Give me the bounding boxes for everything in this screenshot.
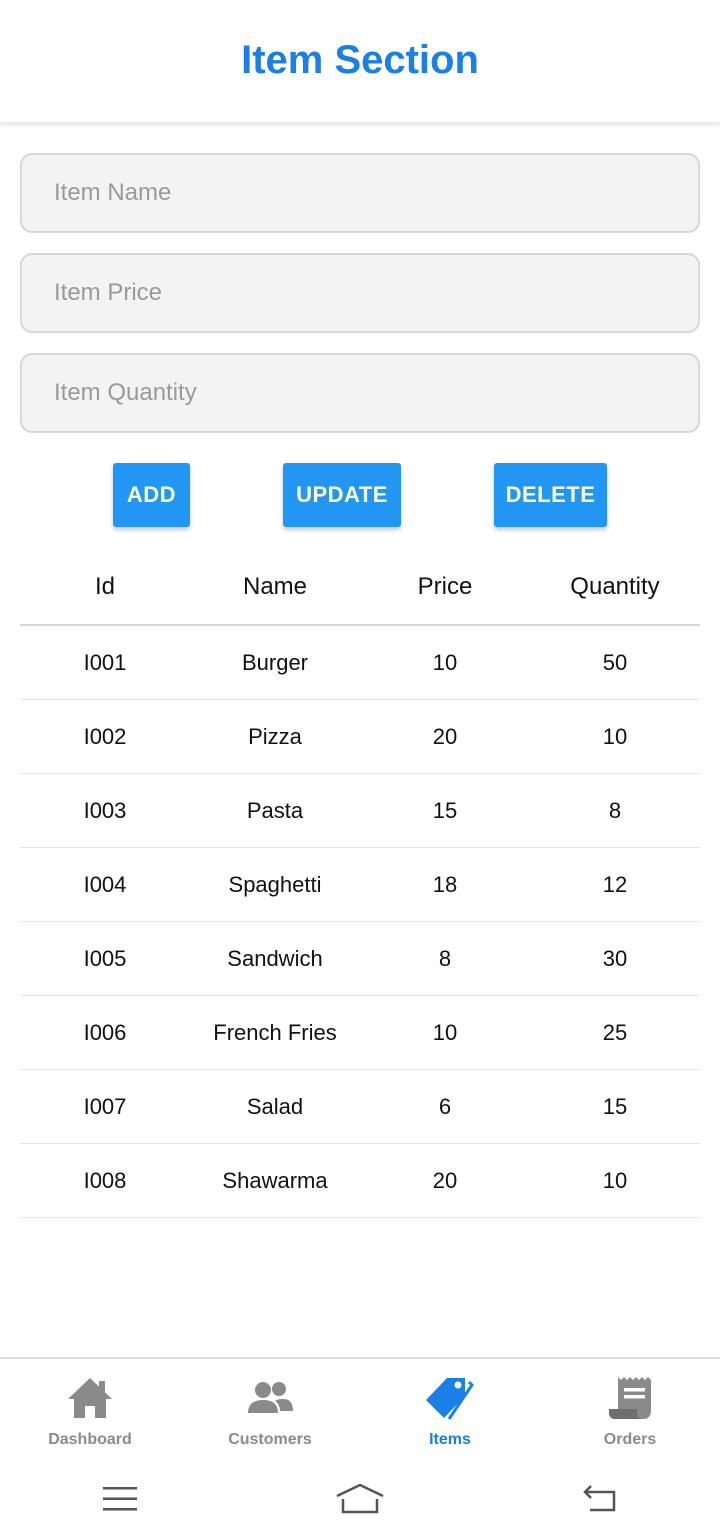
items-table: Id Name Price Quantity I001 Burger 10 50… <box>20 549 700 1218</box>
nav-label-items: Items <box>429 1431 471 1448</box>
cell-price: 18 <box>432 871 458 897</box>
app-header: Item Section <box>0 0 720 123</box>
nav-label-orders: Orders <box>603 1431 657 1448</box>
cell-name: Burger <box>241 649 309 675</box>
cell-price: 20 <box>432 1167 458 1193</box>
cell-quantity: 10 <box>602 723 628 749</box>
tag-icon <box>426 1378 474 1420</box>
cell-quantity: 8 <box>608 797 622 823</box>
cell-id: I007 <box>83 1093 127 1119</box>
table-row[interactable]: I008 Shawarma 20 10 <box>20 1144 700 1218</box>
table-row[interactable]: I002 Pizza 20 10 <box>20 700 700 774</box>
home-icon <box>68 1378 112 1418</box>
nav-item-customers[interactable]: Customers <box>180 1359 360 1461</box>
receipt-icon <box>609 1377 651 1419</box>
cell-id: I006 <box>83 1019 127 1045</box>
item-quantity-input[interactable] <box>20 353 700 433</box>
cell-id: I008 <box>83 1167 127 1193</box>
column-header-name: Name <box>242 572 308 600</box>
cell-price: 8 <box>438 945 452 971</box>
nav-item-items[interactable]: Items <box>360 1359 540 1461</box>
system-menu-button[interactable] <box>90 1474 150 1524</box>
add-button[interactable]: ADD <box>113 463 190 527</box>
table-row[interactable]: I006 French Fries 10 25 <box>20 996 700 1070</box>
nav-label-customers: Customers <box>228 1431 312 1448</box>
cell-name: Pasta <box>246 797 304 823</box>
cell-name: Spaghetti <box>228 871 322 897</box>
nav-item-dashboard[interactable]: Dashboard <box>0 1359 180 1461</box>
cell-price: 6 <box>438 1093 452 1119</box>
cell-price: 10 <box>432 649 458 675</box>
update-button[interactable]: UPDATE <box>283 463 401 527</box>
cell-quantity: 10 <box>602 1167 628 1193</box>
nav-label-dashboard: Dashboard <box>48 1431 132 1448</box>
item-price-input[interactable] <box>20 253 700 333</box>
cell-quantity: 12 <box>602 871 628 897</box>
cell-id: I002 <box>83 723 127 749</box>
back-icon <box>583 1485 616 1512</box>
cell-id: I003 <box>83 797 127 823</box>
table-row[interactable]: I001 Burger 10 50 <box>20 626 700 700</box>
cell-quantity: 15 <box>602 1093 628 1119</box>
system-home-button[interactable] <box>330 1474 390 1524</box>
cell-name: French Fries <box>213 1019 337 1045</box>
column-header-id: Id <box>94 572 115 600</box>
cell-price: 10 <box>432 1019 458 1045</box>
cell-name: Pizza <box>248 723 302 749</box>
system-navigation-bar <box>0 1459 720 1539</box>
cell-quantity: 50 <box>602 649 628 675</box>
system-back-button[interactable] <box>570 1474 630 1524</box>
nav-item-orders[interactable]: Orders <box>540 1359 720 1461</box>
cell-name: Sandwich <box>227 945 323 971</box>
people-icon <box>248 1382 293 1413</box>
item-name-input[interactable] <box>20 153 700 233</box>
table-header: Id Name Price Quantity <box>20 549 700 626</box>
table-row[interactable]: I007 Salad 6 15 <box>20 1070 700 1144</box>
cell-name: Shawarma <box>222 1167 328 1193</box>
column-header-price: Price <box>417 572 473 600</box>
delete-button[interactable]: DELETE <box>494 463 607 527</box>
table-row[interactable]: I005 Sandwich 8 30 <box>20 922 700 996</box>
cell-price: 15 <box>432 797 458 823</box>
cell-id: I004 <box>83 871 127 897</box>
cell-name: Salad <box>246 1093 304 1119</box>
cell-id: I005 <box>83 945 127 971</box>
table-row[interactable]: I004 Spaghetti 18 12 <box>20 848 700 922</box>
bottom-navigation: Dashboard Customers Items Orders <box>0 1357 720 1461</box>
home-outline-icon <box>336 1483 384 1514</box>
cell-id: I001 <box>83 649 127 675</box>
column-header-quantity: Quantity <box>570 572 660 600</box>
menu-icon <box>103 1487 137 1511</box>
cell-quantity: 25 <box>602 1019 628 1045</box>
cell-price: 20 <box>432 723 458 749</box>
table-row[interactable]: I003 Pasta 15 8 <box>20 774 700 848</box>
cell-quantity: 30 <box>602 945 628 971</box>
page-title: Item Section <box>241 38 479 82</box>
